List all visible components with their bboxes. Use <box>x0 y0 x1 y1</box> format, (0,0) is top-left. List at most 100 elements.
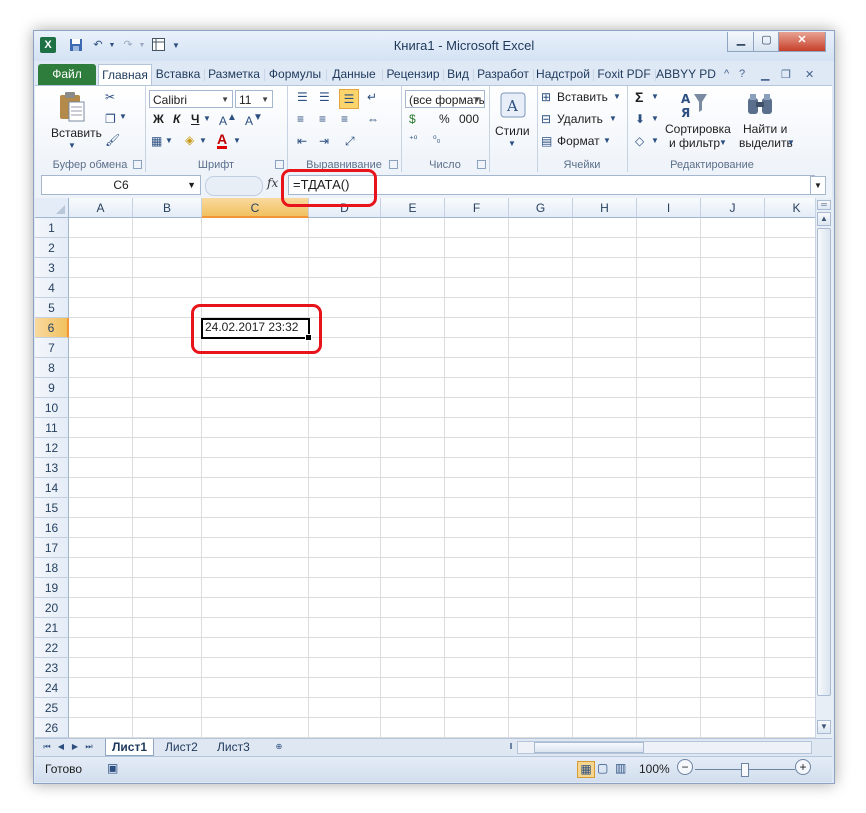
row-header-12[interactable]: 12 <box>35 438 69 458</box>
find-select-dropdown-icon[interactable]: ▼ <box>787 138 795 147</box>
tab-page-layout[interactable]: Разметка <box>205 64 263 85</box>
doc-close-icon[interactable]: ✕ <box>805 68 814 81</box>
delete-cells-icon[interactable]: ⊟ <box>541 112 551 126</box>
format-cells-button[interactable]: Формат <box>557 134 600 148</box>
vertical-scrollbar[interactable]: ═ ▲ ▼ <box>815 198 833 738</box>
align-right-icon[interactable]: ≡ <box>341 112 348 126</box>
tab-home[interactable]: Главная <box>98 64 152 86</box>
sheet-tab-2[interactable]: Лист2 <box>159 739 204 755</box>
first-sheet-icon[interactable]: ⏮ <box>41 741 53 753</box>
customize-toolbar-icon[interactable]: ▼ <box>168 38 184 53</box>
column-header-i[interactable]: I <box>637 198 701 218</box>
tab-data[interactable]: Данные <box>327 64 381 85</box>
font-color-icon[interactable]: A <box>217 132 228 149</box>
horizontal-scroll-thumb[interactable] <box>534 742 644 753</box>
tab-formulas[interactable]: Формулы <box>265 64 325 85</box>
tab-addins[interactable]: Надстрой <box>534 64 592 85</box>
row-header-24[interactable]: 24 <box>35 678 69 698</box>
increase-decimal-icon[interactable]: ⁺⁰ <box>409 134 417 145</box>
tab-foxit-pdf[interactable]: Foxit PDF <box>594 64 654 85</box>
zoom-level[interactable]: 100% <box>639 762 670 776</box>
zoom-slider-thumb[interactable] <box>741 763 749 777</box>
font-name-combo[interactable]: Calibri ▼ <box>149 90 233 108</box>
find-select-label-1[interactable]: Найти и <box>743 122 787 136</box>
tab-review[interactable]: Рецензир <box>383 64 443 85</box>
row-header-25[interactable]: 25 <box>35 698 69 718</box>
paste-button[interactable]: Вставить <box>51 126 102 140</box>
maximize-button[interactable]: ▢ <box>753 32 780 52</box>
row-header-20[interactable]: 20 <box>35 598 69 618</box>
autosum-icon[interactable]: Σ <box>635 89 643 105</box>
page-layout-view-icon[interactable]: ▢ <box>597 761 608 775</box>
minimize-button[interactable]: ▁ <box>727 32 755 52</box>
row-header-26[interactable]: 26 <box>35 718 69 738</box>
clipboard-launcher-icon[interactable] <box>133 160 142 169</box>
copy-dropdown-icon[interactable]: ▼ <box>119 112 127 121</box>
tab-file[interactable]: Файл <box>38 64 96 85</box>
column-header-h[interactable]: H <box>573 198 637 218</box>
decrease-indent-icon[interactable]: ⇤ <box>297 134 307 148</box>
sort-filter-label-1[interactable]: Сортировка <box>665 122 731 136</box>
tab-abbyy-pdf[interactable]: ABBYY PD <box>656 64 716 85</box>
insert-sheet-icon[interactable]: ⊕ <box>271 741 287 753</box>
page-break-view-icon[interactable]: ▥ <box>615 761 626 775</box>
underline-button[interactable]: Ч <box>191 112 199 126</box>
scroll-up-icon[interactable]: ▲ <box>817 212 831 226</box>
format-painter-icon[interactable]: 🖌 <box>105 133 120 147</box>
worksheet-grid[interactable]: A B C D E F G H I J K 1 2 3 4 5 6 7 8 9 10 11 12 13 1… <box>35 198 815 738</box>
fill-dropdown-icon[interactable]: ▼ <box>651 114 659 123</box>
doc-minimize-icon[interactable]: ▁ <box>761 68 769 81</box>
tab-developer[interactable]: Разработ <box>474 64 532 85</box>
macro-record-icon[interactable]: ▣ <box>107 761 118 775</box>
column-header-e[interactable]: E <box>381 198 445 218</box>
redo-dropdown-icon[interactable]: ▼ <box>134 38 150 53</box>
orientation-icon[interactable]: ⤢ <box>345 134 355 149</box>
split-box-icon[interactable]: ═ <box>817 200 831 210</box>
italic-button[interactable]: К <box>173 112 180 126</box>
fill-icon[interactable]: ⬇ <box>635 112 645 126</box>
borders-icon[interactable]: ▦ <box>151 134 162 148</box>
format-cells-dropdown-icon[interactable]: ▼ <box>603 136 611 145</box>
row-header-9[interactable]: 9 <box>35 378 69 398</box>
expand-formula-bar-icon[interactable]: ▼ <box>810 176 826 195</box>
scroll-down-icon[interactable]: ▼ <box>817 720 831 734</box>
column-header-g[interactable]: G <box>509 198 573 218</box>
vertical-scroll-thumb[interactable] <box>817 228 831 696</box>
increase-indent-icon[interactable]: ⇥ <box>319 134 329 148</box>
normal-view-icon[interactable]: ▦ <box>577 761 595 778</box>
number-format-combo[interactable]: (все форматы) ▼ <box>405 90 485 108</box>
row-header-8[interactable]: 8 <box>35 358 69 378</box>
zoom-in-button[interactable]: + <box>795 759 811 775</box>
doc-restore-icon[interactable]: ❐ <box>781 68 791 81</box>
row-header-3[interactable]: 3 <box>35 258 69 278</box>
currency-format-icon[interactable]: $ <box>409 112 416 126</box>
number-launcher-icon[interactable] <box>477 160 486 169</box>
next-sheet-icon[interactable]: ▶ <box>69 741 81 753</box>
align-middle-icon[interactable]: ☰ <box>319 90 330 104</box>
delete-cells-button[interactable]: Удалить <box>557 112 603 126</box>
cut-icon[interactable]: ✂ <box>105 90 115 104</box>
column-header-k[interactable]: K <box>765 198 815 218</box>
name-box[interactable]: C6 ▼ <box>41 175 201 195</box>
undo-dropdown-icon[interactable]: ▼ <box>104 38 120 53</box>
tab-view[interactable]: Вид <box>444 64 472 85</box>
font-color-dropdown-icon[interactable]: ▼ <box>233 136 241 145</box>
styles-button[interactable]: Стили <box>495 124 530 138</box>
row-header-1[interactable]: 1 <box>35 218 69 238</box>
fill-color-icon[interactable]: ◈ <box>185 133 194 147</box>
decrease-decimal-icon[interactable]: ⁰₀ <box>433 134 440 145</box>
paste-icon[interactable] <box>57 91 87 122</box>
row-header-10[interactable]: 10 <box>35 398 69 418</box>
sort-filter-icon[interactable]: АЯ <box>679 90 709 120</box>
row-header-5[interactable]: 5 <box>35 298 69 318</box>
minimize-ribbon-icon[interactable]: ^ <box>724 68 729 80</box>
sheet-view-icon[interactable] <box>150 38 166 53</box>
wrap-text-icon[interactable]: ↵ <box>367 90 377 104</box>
delete-cells-dropdown-icon[interactable]: ▼ <box>609 114 617 123</box>
insert-cells-button[interactable]: Вставить <box>557 90 608 104</box>
font-grow-icon[interactable]: A▲ <box>219 112 237 128</box>
underline-dropdown-icon[interactable]: ▼ <box>203 114 211 123</box>
clear-icon[interactable]: ◇ <box>635 134 644 148</box>
find-select-icon[interactable] <box>745 90 775 120</box>
percent-button[interactable]: % <box>439 112 450 126</box>
